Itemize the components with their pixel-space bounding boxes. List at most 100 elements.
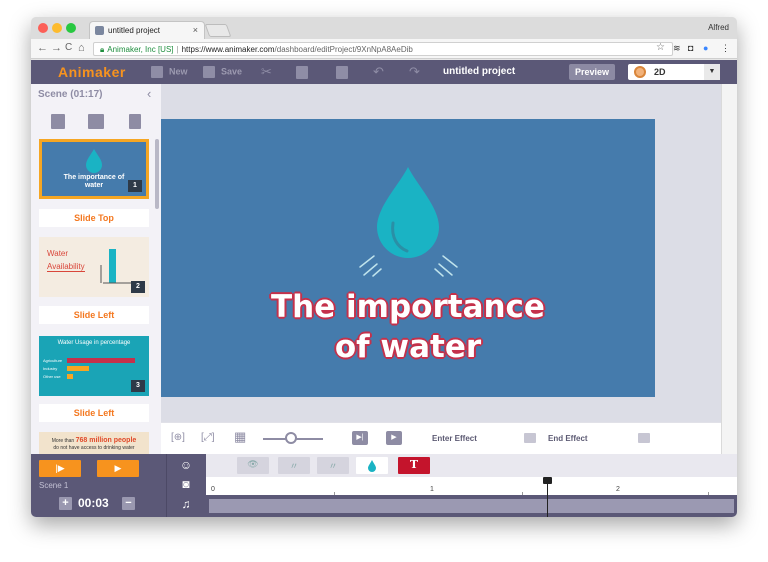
home-icon[interactable]: ⌂: [78, 42, 85, 54]
character-icon[interactable]: ☺: [177, 458, 195, 472]
extension-stack-icon[interactable]: ≋: [673, 43, 681, 54]
stage-title-line1: The importance: [271, 289, 545, 325]
slide-4-caption-pre: More than: [51, 438, 75, 444]
play-from-start-icon[interactable]: ▶|: [352, 431, 368, 445]
slide-number-3: 3: [131, 380, 145, 392]
canvas-area: The importance of water: [161, 84, 721, 422]
play-scene-button[interactable]: ▶: [97, 460, 139, 477]
new-tab-button[interactable]: [204, 24, 232, 37]
timeline-controls: |▶ ▶ Scene 1 + 00:03 −: [31, 454, 166, 517]
slide-2-transition[interactable]: Slide Left: [39, 306, 149, 324]
slide-thumbnail-1[interactable]: The importance of water 1: [39, 139, 149, 199]
project-title[interactable]: untitled project: [443, 66, 515, 77]
slide-number-2: 2: [131, 281, 145, 293]
new-button-label: New: [169, 66, 188, 77]
trash-icon[interactable]: [129, 114, 141, 129]
tab-close-icon[interactable]: ×: [193, 25, 198, 35]
timeline-asset-sparkle-1[interactable]: 〃: [278, 457, 310, 474]
camera-icon[interactable]: ◙: [177, 477, 195, 491]
scene-panel-scrollbar[interactable]: [155, 139, 159, 209]
maximize-window-button[interactable]: [66, 23, 76, 33]
stage-title[interactable]: The importance of water: [161, 287, 655, 367]
save-button-label: Save: [221, 66, 243, 77]
browser-user-name[interactable]: Alfred: [708, 23, 729, 32]
timeline-ruler[interactable]: 0 1 2: [206, 477, 737, 495]
paste-icon[interactable]: [336, 66, 348, 79]
slide-4-caption-highlight: 768 million people: [75, 437, 137, 444]
url-field[interactable]: 🔒︎ Animaker, Inc [US] | https://www.animake…: [93, 42, 673, 56]
site-identity: Animaker, Inc [US]: [107, 45, 174, 54]
enter-effect-button[interactable]: [524, 433, 536, 443]
drop-icon: [368, 460, 376, 472]
scene-panel: Scene (01:17) ‹ The importance of water …: [31, 84, 161, 454]
slide-thumbnail-4[interactable]: More than 768 million people do not have …: [39, 432, 149, 454]
avatar-icon: [634, 66, 646, 78]
play-icon[interactable]: ▶: [386, 431, 402, 445]
expand-icon[interactable]: [⤢]: [201, 432, 215, 443]
end-effect-label: End Effect: [548, 434, 588, 443]
animaker-logo: Animaker: [58, 64, 126, 80]
address-bar-row: ← → C ⌂ 🔒︎ Animaker, Inc [US] | https://www…: [31, 39, 737, 59]
url-host: https://www.animaker.com: [181, 45, 275, 54]
bookmark-star-icon[interactable]: ☆: [656, 42, 665, 53]
scene-header: Scene (01:17): [38, 89, 103, 100]
collapse-panel-icon[interactable]: ‹: [147, 86, 151, 101]
slide-3-transition[interactable]: Slide Left: [39, 404, 149, 422]
reload-icon[interactable]: C: [65, 42, 72, 53]
grid-icon[interactable]: ▦: [234, 429, 246, 445]
back-icon[interactable]: ←: [37, 42, 48, 54]
end-effect-button[interactable]: [638, 433, 650, 443]
forward-icon[interactable]: →: [51, 42, 62, 54]
mode-select[interactable]: 2D ▼: [628, 64, 720, 80]
mode-select-value: 2D: [654, 67, 666, 77]
play-scene-from-start-button[interactable]: |▶: [39, 460, 81, 477]
timeline-track-bar[interactable]: [209, 499, 734, 513]
new-file-icon: [151, 66, 163, 78]
browser-menu-icon[interactable]: ⋮: [721, 43, 730, 54]
copy-icon[interactable]: [296, 66, 308, 79]
minimize-window-button[interactable]: [52, 23, 62, 33]
close-window-button[interactable]: [38, 23, 48, 33]
playhead[interactable]: [547, 479, 548, 517]
slide-number-1: 1: [128, 180, 142, 192]
slide-thumbnail-2[interactable]: Water Availability 2: [39, 237, 149, 297]
music-icon[interactable]: ♫: [177, 497, 195, 511]
increase-duration-button[interactable]: +: [59, 497, 72, 510]
save-button[interactable]: Save: [203, 66, 242, 78]
decrease-duration-button[interactable]: −: [122, 497, 135, 510]
timeline-asset-drop[interactable]: [356, 457, 388, 474]
add-scene-icon[interactable]: [51, 114, 65, 129]
timeline-asset-eye[interactable]: 👁︎: [237, 457, 269, 474]
timeline-asset-sparkle-2[interactable]: 〃: [317, 457, 349, 474]
favicon-icon: [95, 26, 104, 35]
timeline-track: [206, 495, 737, 517]
enter-effect-label: Enter Effect: [432, 434, 477, 443]
timeline-track-icons: ☺ ◙ ♫: [166, 454, 206, 517]
new-button[interactable]: New: [151, 66, 188, 78]
slide-thumbnail-3[interactable]: Water Usage in percentage Agriculture In…: [39, 336, 149, 396]
duplicate-scene-icon[interactable]: [88, 114, 104, 129]
chevron-down-icon[interactable]: ▼: [704, 64, 720, 80]
scene-label: Scene 1: [39, 481, 69, 490]
browser-tab[interactable]: untitled project ×: [89, 21, 205, 39]
browser-tab-strip: untitled project × Alfred: [31, 17, 737, 39]
timeline-asset-row: 👁︎ 〃 〃 T: [206, 454, 737, 477]
slide-4-caption-post: do not have access to drinking water: [53, 445, 135, 451]
right-panel-strip: [721, 84, 737, 454]
stage-title-line2: of water: [334, 329, 482, 365]
preview-button[interactable]: Preview: [569, 64, 615, 80]
url-separator: |: [176, 45, 179, 54]
extension-blue-icon[interactable]: ●: [703, 43, 708, 53]
slide-1-transition[interactable]: Slide Top: [39, 209, 149, 227]
ruler-tick-1: 1: [430, 486, 434, 493]
scene-duration: 00:03: [78, 496, 109, 510]
pocket-extension-icon[interactable]: ◘: [688, 43, 693, 53]
ruler-tick-2: 2: [616, 486, 620, 493]
text-asset-icon[interactable]: T: [398, 457, 430, 474]
redo-icon[interactable]: ↷: [409, 64, 420, 80]
undo-icon[interactable]: ↶: [373, 64, 384, 80]
fit-screen-icon[interactable]: [⊕]: [171, 432, 185, 443]
stage-canvas[interactable]: The importance of water: [161, 119, 655, 397]
cut-icon[interactable]: ✂: [261, 64, 272, 80]
zoom-slider-knob[interactable]: [285, 432, 297, 444]
